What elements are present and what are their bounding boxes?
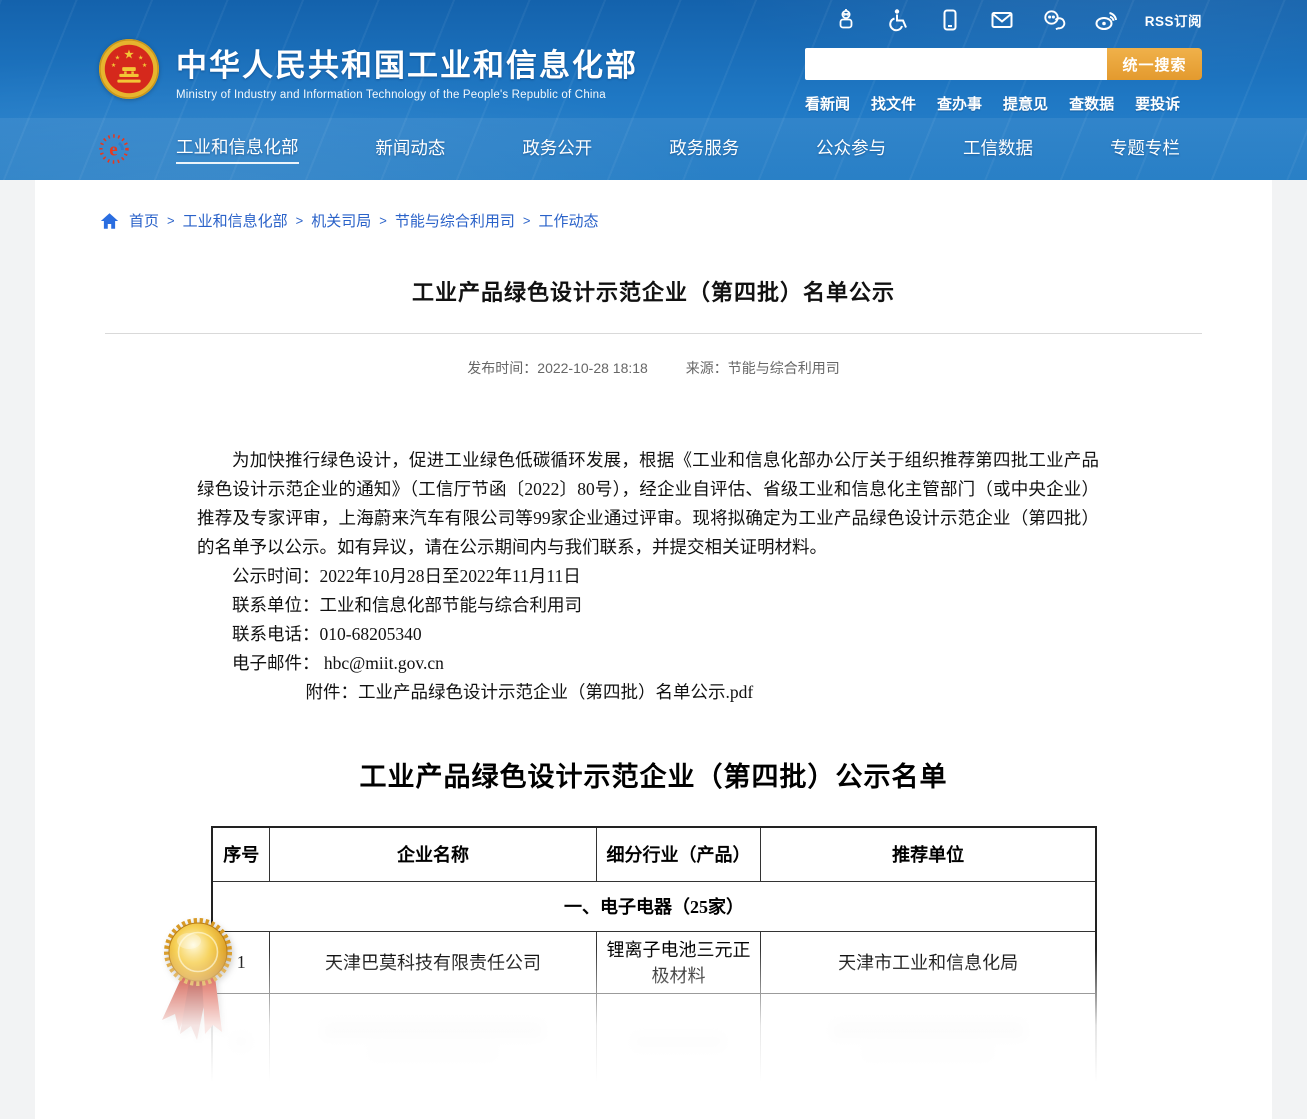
svg-text:e: e xyxy=(109,140,117,161)
miit-e-logo-icon: e xyxy=(98,133,130,165)
table-header-row: 序号 企业名称 细分行业（产品） 推荐单位 xyxy=(212,827,1096,881)
svg-text:★: ★ xyxy=(111,62,116,69)
info-line-phone: 联系电话：010-68205340 xyxy=(197,620,1099,649)
header-search-area: 统一搜索 看新闻 找文件 查办事 提意见 查数据 要投诉 xyxy=(805,40,1202,114)
breadcrumb-separator: > xyxy=(167,213,175,228)
quick-link-files[interactable]: 找文件 xyxy=(871,93,916,114)
article-title: 工业产品绿色设计示范企业（第四批）名单公示 xyxy=(35,275,1272,307)
attachment-label: 附件： xyxy=(306,682,359,702)
breadcrumb: 首页 > 工业和信息化部 > 机关司局 > 节能与综合利用司 > 工作动态 xyxy=(35,180,1272,231)
header-cell-company: 企业名称 xyxy=(270,827,596,881)
accessibility-icon[interactable] xyxy=(885,7,911,33)
nav-item-gov-service[interactable]: 政务服务 xyxy=(669,135,739,163)
nav-item-miit[interactable]: 工业和信息化部 xyxy=(176,134,299,164)
site-title: 中华人民共和国工业和信息化部 xyxy=(176,40,638,85)
site-subtitle-en: Ministry of Industry and Information Tec… xyxy=(176,89,638,101)
breadcrumb-separator: > xyxy=(523,213,531,228)
breadcrumb-separator: > xyxy=(379,213,387,228)
home-icon[interactable] xyxy=(100,212,119,230)
nav-item-news[interactable]: 新闻动态 xyxy=(375,135,445,163)
page: RSS订阅 ★ ★ ★ ★ ★ xyxy=(0,0,1307,1119)
quick-link-services[interactable]: 查办事 xyxy=(937,93,982,114)
main-content: 首页 > 工业和信息化部 > 机关司局 > 节能与综合利用司 > 工作动态 工业… xyxy=(35,180,1272,1119)
info-line-email: 电子邮件： hbc@miit.gov.cn xyxy=(197,649,1099,678)
article-body: 为加快推行绿色设计，促进工业绿色低碳循环发展，根据《工业和信息化部办公厅关于组织… xyxy=(197,446,1099,707)
attachment-pdf-link[interactable]: 工业产品绿色设计示范企业（第四批）名单公示.pdf xyxy=(358,682,753,702)
svg-text:★: ★ xyxy=(123,47,134,61)
svg-text:★: ★ xyxy=(115,54,120,61)
header-cell-no: 序号 xyxy=(212,827,270,881)
rss-subscribe-link[interactable]: RSS订阅 xyxy=(1145,10,1202,30)
info-line-contact-unit: 联系单位：工业和信息化部节能与综合利用司 xyxy=(197,591,1099,620)
unified-search-button[interactable]: 统一搜索 xyxy=(1107,48,1202,80)
article-source: 来源：节能与综合利用司 xyxy=(686,360,840,376)
breadcrumb-departments[interactable]: 机关司局 xyxy=(311,210,371,231)
brand: ★ ★ ★ ★ ★ 中华人民共和国工业和信息化部 Ministry of Ind… xyxy=(98,40,638,101)
nav-item-gov-open[interactable]: 政务公开 xyxy=(522,135,592,163)
info-line-period: 公示时间：2022年10月28日至2022年11月11日 xyxy=(197,562,1099,591)
article-paragraph: 为加快推行绿色设计，促进工业绿色低碳循环发展，根据《工业和信息化部办公厅关于组织… xyxy=(197,446,1099,562)
publish-time: 发布时间：2022-10-28 18:18 xyxy=(467,360,648,376)
title-divider xyxy=(105,333,1202,334)
breadcrumb-home[interactable]: 首页 xyxy=(129,210,159,231)
bottom-fade-overlay xyxy=(35,949,1272,1119)
quick-link-data[interactable]: 查数据 xyxy=(1069,93,1114,114)
breadcrumb-energy-dept[interactable]: 节能与综合利用司 xyxy=(395,210,515,231)
site-header: RSS订阅 ★ ★ ★ ★ ★ xyxy=(0,0,1307,180)
nav-item-participation[interactable]: 公众参与 xyxy=(816,135,886,163)
breadcrumb-miit[interactable]: 工业和信息化部 xyxy=(183,210,288,231)
nav-items: 工业和信息化部 新闻动态 政务公开 政务服务 公众参与 工信数据 专题专栏 xyxy=(176,134,1180,164)
breadcrumb-separator: > xyxy=(296,213,304,228)
mascot-robot-icon[interactable] xyxy=(833,7,859,33)
search-input[interactable] xyxy=(805,48,1107,80)
list-title: 工业产品绿色设计示范企业（第四批）公示名单 xyxy=(35,755,1272,794)
weibo-icon[interactable] xyxy=(1093,7,1119,33)
topbar: RSS订阅 xyxy=(0,0,1307,40)
section-label: 一、电子电器（25家） xyxy=(212,881,1096,931)
svg-text:★: ★ xyxy=(142,62,147,69)
main-nav: e 工业和信息化部 新闻动态 政务公开 政务服务 公众参与 工信数据 专题专栏 xyxy=(0,118,1307,180)
mail-icon[interactable] xyxy=(989,7,1015,33)
header-cell-industry: 细分行业（产品） xyxy=(596,827,761,881)
attachment-line: 附件：工业产品绿色设计示范企业（第四批）名单公示.pdf xyxy=(197,678,1099,707)
national-emblem-icon: ★ ★ ★ ★ ★ xyxy=(98,38,160,100)
wechat-icon[interactable] xyxy=(1041,7,1067,33)
mobile-icon[interactable] xyxy=(937,7,963,33)
brand-text: 中华人民共和国工业和信息化部 Ministry of Industry and … xyxy=(176,40,638,101)
article-meta: 发布时间：2022-10-28 18:18 来源：节能与综合利用司 xyxy=(35,358,1272,378)
quick-link-news[interactable]: 看新闻 xyxy=(805,93,850,114)
quick-link-complaint[interactable]: 要投诉 xyxy=(1135,93,1180,114)
nav-item-special[interactable]: 专题专栏 xyxy=(1110,135,1180,163)
breadcrumb-work-updates[interactable]: 工作动态 xyxy=(538,210,598,231)
header-cell-recommender: 推荐单位 xyxy=(761,827,1096,881)
table-section-row: 一、电子电器（25家） xyxy=(212,881,1096,931)
quick-link-feedback[interactable]: 提意见 xyxy=(1003,93,1048,114)
nav-item-data[interactable]: 工信数据 xyxy=(963,135,1033,163)
topbar-icons: RSS订阅 xyxy=(833,7,1202,33)
svg-text:★: ★ xyxy=(138,54,143,61)
header-main: ★ ★ ★ ★ ★ 中华人民共和国工业和信息化部 Ministry of Ind… xyxy=(0,40,1307,118)
quick-links: 看新闻 找文件 查办事 提意见 查数据 要投诉 xyxy=(805,93,1202,114)
